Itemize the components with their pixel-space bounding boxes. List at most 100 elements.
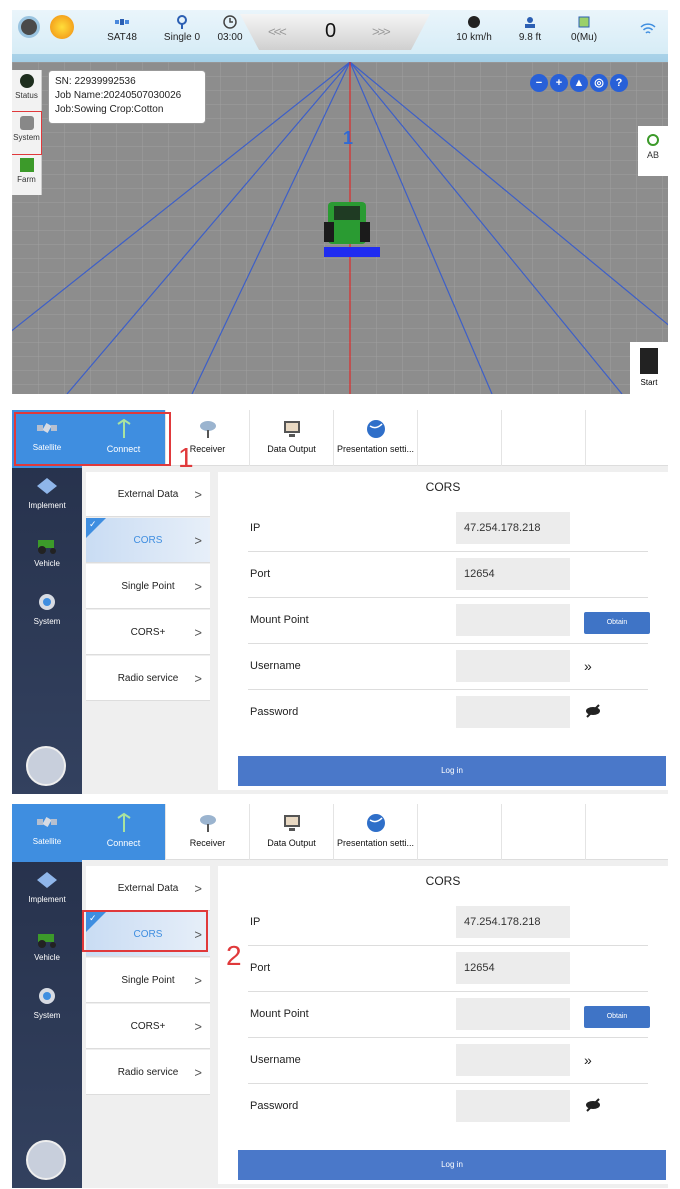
chevron-right-icon: > bbox=[194, 670, 202, 686]
job-info: SN: 22939992536 Job Name:20240507030026 … bbox=[48, 70, 206, 124]
password-field[interactable] bbox=[456, 1090, 570, 1122]
submenu-cors-plus[interactable]: CORS+ > bbox=[86, 1004, 210, 1049]
tab-receiver[interactable]: Receiver bbox=[166, 804, 250, 860]
tab-label-presentation: Presentation setti... bbox=[336, 444, 415, 454]
back-button[interactable] bbox=[26, 1140, 66, 1180]
chevron-right-icon: > bbox=[194, 1018, 202, 1034]
submenu-label: CORS+ bbox=[130, 1020, 166, 1032]
eye-off-icon[interactable] bbox=[584, 1098, 602, 1112]
farm-label: Farm bbox=[17, 175, 36, 184]
submenu-label: Radio service bbox=[117, 672, 179, 684]
speedometer-icon bbox=[468, 16, 480, 28]
port-label: Port bbox=[250, 962, 271, 974]
mount-point-field[interactable] bbox=[456, 604, 570, 636]
speed: 10 km/h bbox=[444, 14, 504, 43]
back-button[interactable] bbox=[26, 746, 66, 786]
submenu-single-point[interactable]: Single Point > bbox=[86, 564, 210, 609]
password-field[interactable] bbox=[456, 696, 570, 728]
side-label-implement: Implement bbox=[28, 895, 66, 904]
help-icon[interactable]: ? bbox=[610, 74, 628, 92]
settings-sidebar: Satellite Implement Vehicle System bbox=[12, 804, 82, 1188]
username-field[interactable] bbox=[456, 1044, 570, 1076]
gear-icon bbox=[39, 988, 55, 1004]
side-item-vehicle[interactable]: Vehicle bbox=[12, 920, 82, 978]
username-field[interactable] bbox=[456, 650, 570, 682]
login-button[interactable]: Log in bbox=[238, 756, 666, 786]
submenu-external-data[interactable]: External Data > bbox=[86, 472, 210, 517]
zoom-in-icon[interactable]: + bbox=[550, 74, 568, 92]
tab-presentation[interactable]: Presentation setti... bbox=[334, 410, 418, 466]
ip-label: IP bbox=[250, 916, 261, 928]
mount-point-label: Mount Point bbox=[250, 1008, 309, 1020]
dock-system[interactable]: System bbox=[12, 111, 42, 155]
satellite-count: SAT48 bbox=[92, 14, 152, 43]
double-chevron-down-icon[interactable]: » bbox=[584, 1052, 592, 1068]
side-item-vehicle[interactable]: Vehicle bbox=[12, 526, 82, 584]
height: 9.8 ft bbox=[500, 14, 560, 43]
line-number: 1 bbox=[343, 128, 354, 148]
side-item-system[interactable]: System bbox=[12, 584, 82, 642]
eye-off-icon[interactable] bbox=[584, 704, 602, 718]
tab-connect[interactable]: Connect bbox=[82, 804, 166, 860]
ip-field[interactable]: 47.254.178.218 bbox=[456, 906, 570, 938]
double-chevron-down-icon[interactable]: » bbox=[584, 658, 592, 674]
sun-icon[interactable] bbox=[50, 15, 74, 39]
ab-line-button[interactable]: AB bbox=[638, 126, 668, 176]
mount-point-field[interactable] bbox=[456, 998, 570, 1030]
step-number-1: 1 bbox=[178, 442, 194, 473]
ip-label: IP bbox=[250, 522, 261, 534]
submenu-external-data[interactable]: External Data > bbox=[86, 866, 210, 911]
submenu-label: Single Point bbox=[121, 974, 175, 986]
ip-field[interactable]: 47.254.178.218 bbox=[456, 512, 570, 544]
dock-status[interactable]: Status bbox=[12, 70, 41, 112]
chevron-right-icon: > bbox=[194, 1064, 202, 1080]
obtain-button[interactable]: Obtain bbox=[584, 612, 650, 634]
port-field[interactable]: 12654 bbox=[456, 558, 570, 590]
obtain-button[interactable]: Obtain bbox=[584, 1006, 650, 1028]
tab-empty-2 bbox=[502, 410, 586, 466]
login-button[interactable]: Log in bbox=[238, 1150, 666, 1180]
locate-icon[interactable]: ◎ bbox=[590, 74, 608, 92]
gnss-icon[interactable] bbox=[18, 16, 40, 38]
mount-point-label: Mount Point bbox=[250, 614, 309, 626]
status-icon bbox=[19, 74, 34, 88]
password-row: Password bbox=[248, 690, 648, 736]
job-crop-text: Job:Sowing Crop:Cotton bbox=[55, 104, 164, 115]
gear-icon bbox=[39, 594, 55, 610]
chevron-right-icon: > bbox=[194, 880, 202, 896]
tab-data-output[interactable]: Data Output bbox=[250, 410, 334, 466]
tab-label-data-output: Data Output bbox=[267, 838, 316, 848]
submenu-single-point[interactable]: Single Point > bbox=[86, 958, 210, 1003]
submenu-label: External Data bbox=[117, 488, 179, 500]
password-label: Password bbox=[250, 706, 299, 718]
area: 0(Mu) bbox=[554, 14, 614, 43]
tab-data-output[interactable]: Data Output bbox=[250, 804, 334, 860]
tab-presentation[interactable]: Presentation setti... bbox=[334, 804, 418, 860]
timer-label: 03:00 bbox=[217, 32, 243, 43]
submenu-cors[interactable]: ✓ CORS > bbox=[86, 518, 210, 563]
side-label-vehicle: Vehicle bbox=[34, 953, 60, 962]
sat-label: SAT48 bbox=[107, 32, 137, 43]
side-item-implement[interactable]: Implement bbox=[12, 862, 82, 920]
tab-empty-1 bbox=[418, 804, 502, 860]
submenu-label: Single Point bbox=[121, 580, 175, 592]
monitor-icon bbox=[283, 815, 300, 831]
side-item-implement[interactable]: Implement bbox=[12, 468, 82, 526]
offset-indicator: <<< 0 >>> bbox=[240, 14, 430, 50]
wifi-icon bbox=[640, 23, 656, 34]
zoom-out-icon[interactable]: − bbox=[530, 74, 548, 92]
north-up-icon[interactable]: ▲ bbox=[570, 74, 588, 92]
port-label: Port bbox=[250, 568, 271, 580]
side-item-satellite[interactable]: Satellite bbox=[12, 804, 82, 862]
port-field[interactable]: 12654 bbox=[456, 952, 570, 984]
chevron-right-icon: > bbox=[194, 624, 202, 640]
side-label-system: System bbox=[33, 617, 61, 626]
submenu-radio-service[interactable]: Radio service > bbox=[86, 1050, 210, 1095]
submenu-radio-service[interactable]: Radio service > bbox=[86, 656, 210, 701]
dock-farm[interactable]: Farm bbox=[12, 154, 41, 196]
submenu-cors-plus[interactable]: CORS+ > bbox=[86, 610, 210, 655]
submenu-label: External Data bbox=[117, 882, 179, 894]
side-item-system[interactable]: System bbox=[12, 978, 82, 1036]
username-row: Username » bbox=[248, 644, 648, 690]
start-button[interactable]: Start bbox=[630, 342, 668, 394]
